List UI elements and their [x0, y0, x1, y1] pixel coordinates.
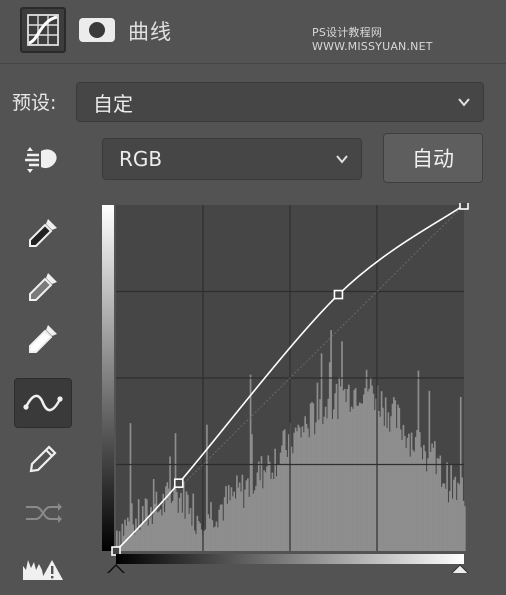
curve-control-point[interactable]: [173, 478, 184, 488]
auto-button[interactable]: 自动: [383, 133, 483, 183]
curve-control-point[interactable]: [459, 203, 469, 210]
pencil-draw-icon[interactable]: [20, 436, 66, 482]
curves-adjustment-icon[interactable]: [20, 7, 66, 53]
curve-control-point[interactable]: [111, 546, 121, 556]
chevron-down-icon: [336, 155, 348, 164]
gray-point-eyedropper-icon[interactable]: [20, 264, 66, 310]
white-point-eyedropper-icon[interactable]: [20, 316, 66, 362]
layer-mask-icon[interactable]: [74, 7, 120, 53]
smooth-curve-icon[interactable]: [20, 490, 66, 536]
curve-points-icon[interactable]: [14, 378, 72, 428]
watermark-text: PS设计教程网 WWW.MISSYUAN.NET: [312, 26, 433, 53]
preset-select[interactable]: 自定: [76, 82, 484, 122]
header-divider: [0, 63, 506, 64]
histogram-bar: [464, 506, 466, 551]
curve-control-point[interactable]: [333, 289, 344, 300]
preset-value: 自定: [93, 91, 133, 116]
channel-value: RGB: [119, 147, 163, 171]
output-gradient-bar: [102, 205, 114, 551]
panel-title: 曲线: [128, 20, 172, 44]
input-gradient-bar: [116, 554, 464, 564]
preset-label: 预设:: [12, 92, 57, 114]
curves-graph[interactable]: [102, 203, 469, 573]
black-point-eyedropper-icon[interactable]: [20, 210, 66, 256]
chevron-down-icon: [458, 98, 470, 107]
clipping-warning-icon[interactable]: [20, 552, 66, 586]
channel-select[interactable]: RGB: [102, 138, 362, 180]
on-image-adjustment-icon[interactable]: [20, 136, 66, 182]
